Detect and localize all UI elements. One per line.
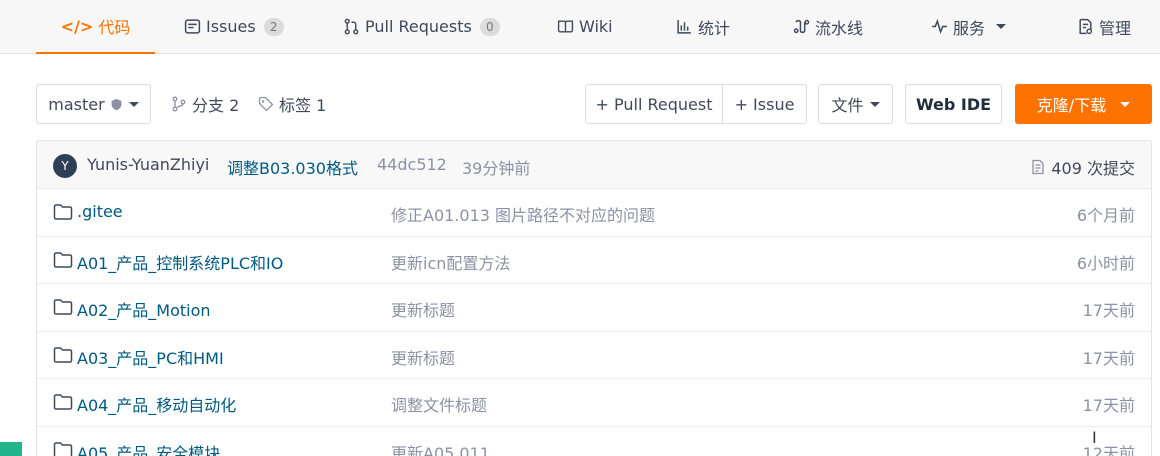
file-commit-message[interactable]: 调整文件标题 (391, 392, 487, 416)
file-commit-message[interactable]: 更新标题 (391, 345, 455, 369)
folder-icon (53, 251, 73, 268)
file-commit-time: 17天前 (1082, 348, 1135, 368)
side-marker (0, 442, 22, 456)
file-row[interactable]: A02_产品_Motion 更新标题 17天前 (37, 284, 1151, 332)
file-row[interactable]: A04_产品_移动自动化 调整文件标题 17天前 (37, 379, 1151, 427)
file-row[interactable]: A05_产品_安全模块 更新A05.011 12天前 (37, 427, 1151, 456)
file-row[interactable]: A01_产品_控制系统PLC和IO 更新icn配置方法 6小时前 (37, 237, 1151, 284)
file-commit-time: 17天前 (1082, 301, 1135, 320)
commit-author[interactable]: Yunis-YuanZhiyi (87, 155, 209, 174)
pulse-icon (932, 18, 947, 35)
file-name[interactable]: A05_产品_安全模块 (77, 440, 220, 456)
tab-stats[interactable]: 统计 (676, 0, 730, 53)
tab-issues[interactable]: Issues 2 (184, 0, 284, 53)
file-name[interactable]: A03_产品_PC和HMI (77, 345, 224, 369)
book-icon (557, 20, 574, 33)
manage-icon (1079, 18, 1093, 35)
tab-pipeline[interactable]: 流水线 (793, 0, 863, 53)
chevron-down-icon (1120, 101, 1131, 107)
web-ide-button[interactable]: Web IDE (905, 84, 1002, 124)
file-commit-message[interactable]: 更新A05.011 (391, 440, 490, 456)
folder-icon (53, 299, 73, 315)
file-commit-time: 6小时前 (1076, 253, 1135, 273)
issues-count-badge: 2 (263, 17, 284, 36)
tags-link[interactable]: 标签 1 (258, 92, 326, 116)
file-commit-message[interactable]: 更新icn配置方法 (391, 250, 510, 274)
file-commit-time: 12天前 (1082, 443, 1135, 456)
tag-icon (258, 96, 274, 112)
file-menu-button[interactable]: 文件 (818, 84, 893, 124)
tab-wiki[interactable]: Wiki (557, 0, 613, 53)
file-name[interactable]: A01_产品_控制系统PLC和IO (77, 250, 283, 274)
repo-nav: </> 代码 Issues 2 Pull Requests 0 Wiki 统计 … (0, 0, 1160, 54)
chevron-down-icon (996, 24, 1007, 29)
folder-icon (53, 394, 73, 410)
commit-hash[interactable]: 44dc512 (377, 155, 447, 174)
file-commit-message[interactable]: 更新标题 (391, 297, 455, 321)
file-list: Y Yunis-YuanZhiyi 调整B03.030格式 44dc512 39… (36, 140, 1152, 456)
clone-download-button[interactable]: 克隆/下载 (1015, 84, 1152, 124)
shield-icon (111, 98, 122, 110)
commit-message[interactable]: 调整B03.030格式 (227, 155, 358, 179)
tab-manage[interactable]: 管理 (1077, 0, 1131, 53)
file-commit-time: 6个月前 (1076, 206, 1135, 225)
chevron-down-icon (869, 101, 880, 107)
issues-icon (184, 19, 201, 34)
folder-icon (53, 204, 73, 220)
branch-icon (172, 96, 186, 112)
folder-icon (53, 441, 73, 456)
commits-count-link[interactable]: 409 次提交 (1030, 155, 1135, 179)
text-cursor-icon: I (1092, 428, 1097, 447)
pull-requests-count-badge: 0 (479, 17, 500, 36)
file-commit-message[interactable]: 修正A01.013 图片路径不对应的问题 (391, 202, 655, 226)
commit-time: 39分钟前 (462, 159, 531, 178)
file-row[interactable]: A03_产品_PC和HMI 更新标题 17天前 (37, 332, 1151, 379)
latest-commit-bar: Y Yunis-YuanZhiyi 调整B03.030格式 44dc512 39… (37, 141, 1151, 189)
branches-link[interactable]: 分支 2 (171, 92, 239, 116)
new-issue-button[interactable]: + Issue (722, 84, 807, 124)
file-row[interactable]: .gitee 修正A01.013 图片路径不对应的问题 6个月前 (37, 189, 1151, 237)
branch-select[interactable]: master (36, 84, 151, 124)
pull-request-icon (344, 18, 359, 35)
new-pull-request-button[interactable]: + Pull Request (585, 84, 723, 124)
pipeline-icon (793, 19, 810, 34)
tab-pull-requests[interactable]: Pull Requests 0 (343, 0, 500, 53)
tab-services[interactable]: 服务 (931, 0, 1007, 53)
bar-chart-icon (677, 20, 691, 34)
file-commit-time: 17天前 (1082, 396, 1135, 415)
code-icon: </> (60, 16, 94, 36)
file-name[interactable]: A04_产品_移动自动化 (77, 392, 236, 416)
file-name[interactable]: A02_产品_Motion (77, 297, 211, 321)
chevron-down-icon (128, 101, 139, 107)
commits-icon (1032, 159, 1045, 175)
folder-icon (53, 346, 73, 363)
tab-code[interactable]: </> 代码 (36, 0, 155, 54)
file-name[interactable]: .gitee (77, 202, 123, 221)
avatar[interactable]: Y (53, 154, 77, 178)
